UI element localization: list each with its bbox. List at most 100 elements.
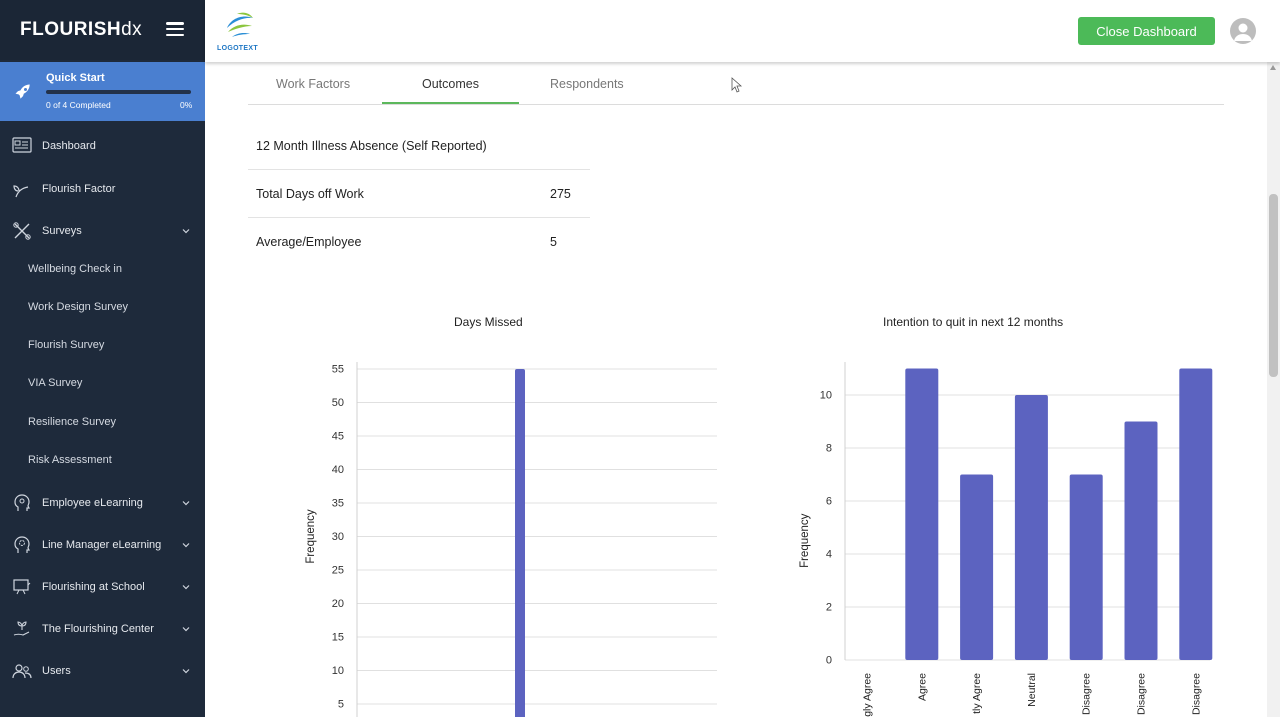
- y-tick-label: 4: [826, 549, 832, 561]
- y-tick-label: 45: [332, 431, 344, 443]
- close-dashboard-button[interactable]: Close Dashboard: [1078, 17, 1215, 45]
- x-tick-label: tly Agree: [971, 673, 983, 714]
- sidebar-item-label: Users: [42, 665, 71, 677]
- tab-outcomes[interactable]: Outcomes: [422, 77, 479, 91]
- school-icon: [13, 579, 31, 595]
- chevron-down-icon: [182, 627, 190, 632]
- data-bar: [515, 369, 525, 717]
- main-content: Work Factors Outcomes Respondents 12 Mon…: [205, 62, 1267, 717]
- y-axis-label: Frequency: [305, 509, 317, 564]
- sidebar-item-line-manager-elearning[interactable]: Line Manager eLearning: [0, 530, 205, 560]
- y-tick-label: 20: [332, 598, 344, 610]
- y-axis-label: Frequency: [799, 513, 811, 568]
- y-tick-label: 5: [338, 699, 344, 711]
- intention-to-quit-chart: 0 2 4 6 8 10 Frequency gly Agree Agree tly Agree N…: [799, 362, 1213, 717]
- y-tick-label: 0: [826, 655, 832, 667]
- table-row: Average/Employee 5: [248, 218, 590, 266]
- y-tick-label: 50: [332, 397, 344, 409]
- total-days-value: 275: [550, 187, 571, 201]
- head-gear-icon: [14, 536, 30, 553]
- x-tick-label: Neutral: [1026, 673, 1038, 707]
- data-bar: [1069, 474, 1103, 660]
- tab-work-factors[interactable]: Work Factors: [276, 77, 350, 91]
- brand-logo[interactable]: FLOURISHdx: [20, 19, 142, 41]
- x-tick-label: Disagree: [1081, 673, 1093, 715]
- sidebar-item-surveys[interactable]: Surveys: [0, 216, 205, 246]
- top-header: LOGOTEXT Close Dashboard: [205, 0, 1280, 62]
- sidebar-item-label: Dashboard: [42, 140, 96, 152]
- scrollbar-thumb[interactable]: [1269, 194, 1278, 377]
- sidebar-item-flourishing-at-school[interactable]: Flourishing at School: [0, 572, 205, 602]
- quick-start-progress-bar: [46, 90, 191, 94]
- dashboard-icon: [12, 137, 32, 153]
- brand-header: FLOURISHdx: [0, 0, 205, 60]
- x-tick-label: Agree: [916, 673, 928, 701]
- tools-icon: [13, 222, 31, 240]
- y-tick-label: 10: [332, 665, 344, 677]
- absence-heading: 12 Month Illness Absence (Self Reported): [256, 139, 487, 153]
- page-scrollbar[interactable]: [1267, 62, 1280, 717]
- chevron-down-icon: [182, 543, 190, 548]
- average-employee-label: Average/Employee: [256, 235, 362, 249]
- tab-respondents[interactable]: Respondents: [550, 77, 624, 91]
- quick-start-progress-text: 0 of 4 Completed: [46, 100, 111, 110]
- menu-toggle-icon[interactable]: [166, 22, 184, 36]
- user-avatar-icon: [1234, 23, 1252, 41]
- sidebar-item-label: Line Manager eLearning: [42, 539, 162, 551]
- data-bar: [960, 474, 994, 660]
- y-tick-label: 55: [332, 364, 344, 376]
- x-tick-label: Disagree: [1190, 673, 1202, 715]
- days-missed-chart-title: Days Missed: [454, 315, 523, 329]
- quick-start-title: Quick Start: [46, 72, 105, 84]
- chevron-down-icon: [182, 229, 190, 234]
- mouse-cursor-icon: [731, 77, 743, 93]
- y-tick-label: 35: [332, 498, 344, 510]
- sidebar-subitem-resilience-survey[interactable]: Resilience Survey: [28, 416, 116, 428]
- absence-heading-row: 12 Month Illness Absence (Self Reported): [248, 122, 590, 170]
- data-bar: [1124, 421, 1158, 660]
- intention-to-quit-chart-title: Intention to quit in next 12 months: [883, 315, 1064, 329]
- table-row: Total Days off Work 275: [248, 170, 590, 218]
- data-bar: [905, 368, 939, 660]
- sidebar-subitem-flourish-survey[interactable]: Flourish Survey: [28, 339, 104, 351]
- total-days-label: Total Days off Work: [256, 187, 364, 201]
- scroll-up-arrow-icon[interactable]: [1270, 65, 1276, 70]
- active-tab-indicator: [382, 102, 519, 104]
- sidebar-item-the-flourishing-center[interactable]: The Flourishing Center: [0, 614, 205, 644]
- data-bar: [1014, 395, 1048, 660]
- quick-start-percent: 0%: [180, 100, 193, 110]
- logo-text: LOGOTEXT: [217, 45, 258, 52]
- sidebar-item-flourish-factor[interactable]: Flourish Factor: [0, 174, 205, 204]
- brand-name-light: dx: [121, 19, 143, 40]
- chevron-down-icon: [182, 669, 190, 674]
- sidebar: FLOURISHdx Quick Start 0 of 4 Completed …: [0, 0, 205, 717]
- avatar[interactable]: [1230, 18, 1256, 44]
- chevron-down-icon: [182, 585, 190, 590]
- head-icon: [14, 494, 30, 511]
- y-tick-label: 2: [826, 602, 832, 614]
- y-tick-label: 8: [826, 443, 832, 455]
- sidebar-item-label: Flourish Factor: [42, 183, 116, 195]
- sidebar-item-dashboard[interactable]: Dashboard: [0, 131, 205, 161]
- sidebar-subitem-work-design-survey[interactable]: Work Design Survey: [28, 301, 128, 313]
- y-tick-label: 15: [332, 632, 344, 644]
- sidebar-item-employee-elearning[interactable]: Employee eLearning: [0, 488, 205, 518]
- sidebar-item-label: The Flourishing Center: [42, 623, 154, 635]
- users-icon: [12, 664, 32, 679]
- y-tick-label: 10: [820, 390, 832, 402]
- brand-name-bold: FLOURISH: [20, 19, 122, 40]
- chevron-down-icon: [182, 501, 190, 506]
- y-tick-label: 40: [332, 464, 344, 476]
- average-employee-value: 5: [550, 235, 557, 249]
- sidebar-subitem-risk-assessment[interactable]: Risk Assessment: [28, 454, 112, 466]
- x-tick-label: gly Agree: [862, 673, 874, 717]
- sidebar-subitem-wellbeing-check-in[interactable]: Wellbeing Check in: [28, 263, 122, 275]
- days-missed-chart: 5 10 15 20 25 30 35 40 45 50 55 Frequency: [305, 362, 717, 717]
- sidebar-item-users[interactable]: Users: [0, 656, 205, 686]
- sidebar-subitem-via-survey[interactable]: VIA Survey: [28, 377, 82, 389]
- sidebar-item-label: Employee eLearning: [42, 497, 143, 509]
- x-tick-label: Disagree: [1136, 673, 1148, 715]
- y-tick-label: 25: [332, 565, 344, 577]
- company-logo-icon[interactable]: [223, 8, 259, 44]
- rocket-icon: [15, 84, 30, 99]
